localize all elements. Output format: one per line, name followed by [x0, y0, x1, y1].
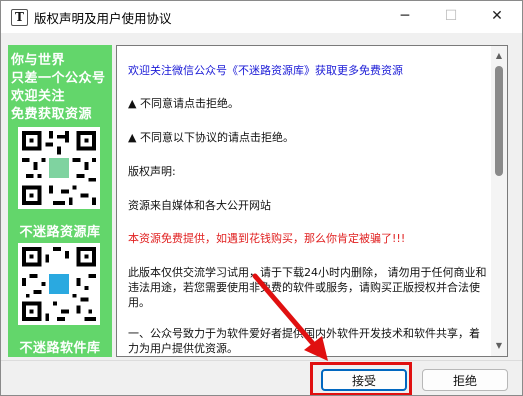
title-bar: T 版权声明及用户使用协议 ─ ☐ ✕ — [1, 1, 522, 33]
promo-line-4: 免费获取资源 — [11, 107, 93, 122]
agreement-paragraph: 资源来自媒体和各大公开网站 — [128, 199, 271, 212]
footer-divider — [1, 360, 522, 361]
decline-button[interactable]: 拒绝 — [422, 369, 508, 391]
qr-banner-software: 不迷路软件库 — [19, 341, 101, 356]
agreement-paragraph: 本资源免费提供，如遇到花钱购买，那么你肯定被骗了!!! — [128, 232, 406, 245]
window-title: 版权声明及用户使用协议 — [34, 11, 172, 26]
promo-sidebar: 你与世界 只差一个公众号 欢迎关注 免费获取资源 不迷路资源库 不迷路软件库 — [8, 45, 112, 357]
promo-line-3: 欢迎关注 — [11, 89, 66, 104]
annotation-highlight-box — [310, 362, 412, 395]
agreement-dialog: T 版权声明及用户使用协议 ─ ☐ ✕ 你与世界 只差一个公众号 欢迎关注 免费… — [0, 0, 523, 396]
agreement-text-panel[interactable]: 欢迎关注微信公众号《不迷路资源库》获取更多免费资源 ▲ 不同意请点击拒绝。 ▲ … — [116, 45, 508, 357]
minimize-button[interactable]: ─ — [382, 1, 428, 33]
qr-code-icon — [18, 127, 100, 209]
qr-code-icon — [18, 243, 100, 325]
close-button[interactable]: ✕ — [474, 1, 520, 33]
agreement-paragraph: 一、公众号致力于为软件爱好者提供国内外软件开发技术和软件共享，着力为用户提供优资… — [128, 327, 480, 355]
agreement-text: 欢迎关注微信公众号《不迷路资源库》获取更多免费资源 ▲ 不同意请点击拒绝。 ▲ … — [117, 46, 491, 356]
agreement-paragraph: ▲ 不同意以下协议的请点击拒绝。 — [128, 131, 294, 144]
app-t-icon: T — [11, 9, 28, 26]
agreement-paragraph: 欢迎关注微信公众号《不迷路资源库》获取更多免费资源 — [128, 64, 403, 77]
promo-line-2: 只差一个公众号 — [11, 71, 106, 86]
maximize-button[interactable]: ☐ — [428, 1, 474, 33]
qr-banner-resource: 不迷路资源库 — [19, 225, 101, 240]
vertical-scrollbar[interactable]: ▲ ▼ — [491, 46, 507, 356]
promo-line-1: 你与世界 — [11, 53, 66, 68]
agreement-paragraph: ▲ 不同意请点击拒绝。 — [128, 97, 239, 110]
agreement-paragraph: 版权声明: — [128, 165, 176, 178]
scrollbar-thumb[interactable] — [495, 66, 503, 176]
scroll-up-arrow-icon[interactable]: ▲ — [491, 48, 507, 64]
agreement-paragraph: 此版本仅供交流学习试用，请于下载24小时内删除， 请勿用于任何商业和违法用途，若… — [128, 266, 487, 309]
scroll-down-arrow-icon[interactable]: ▼ — [491, 338, 507, 354]
